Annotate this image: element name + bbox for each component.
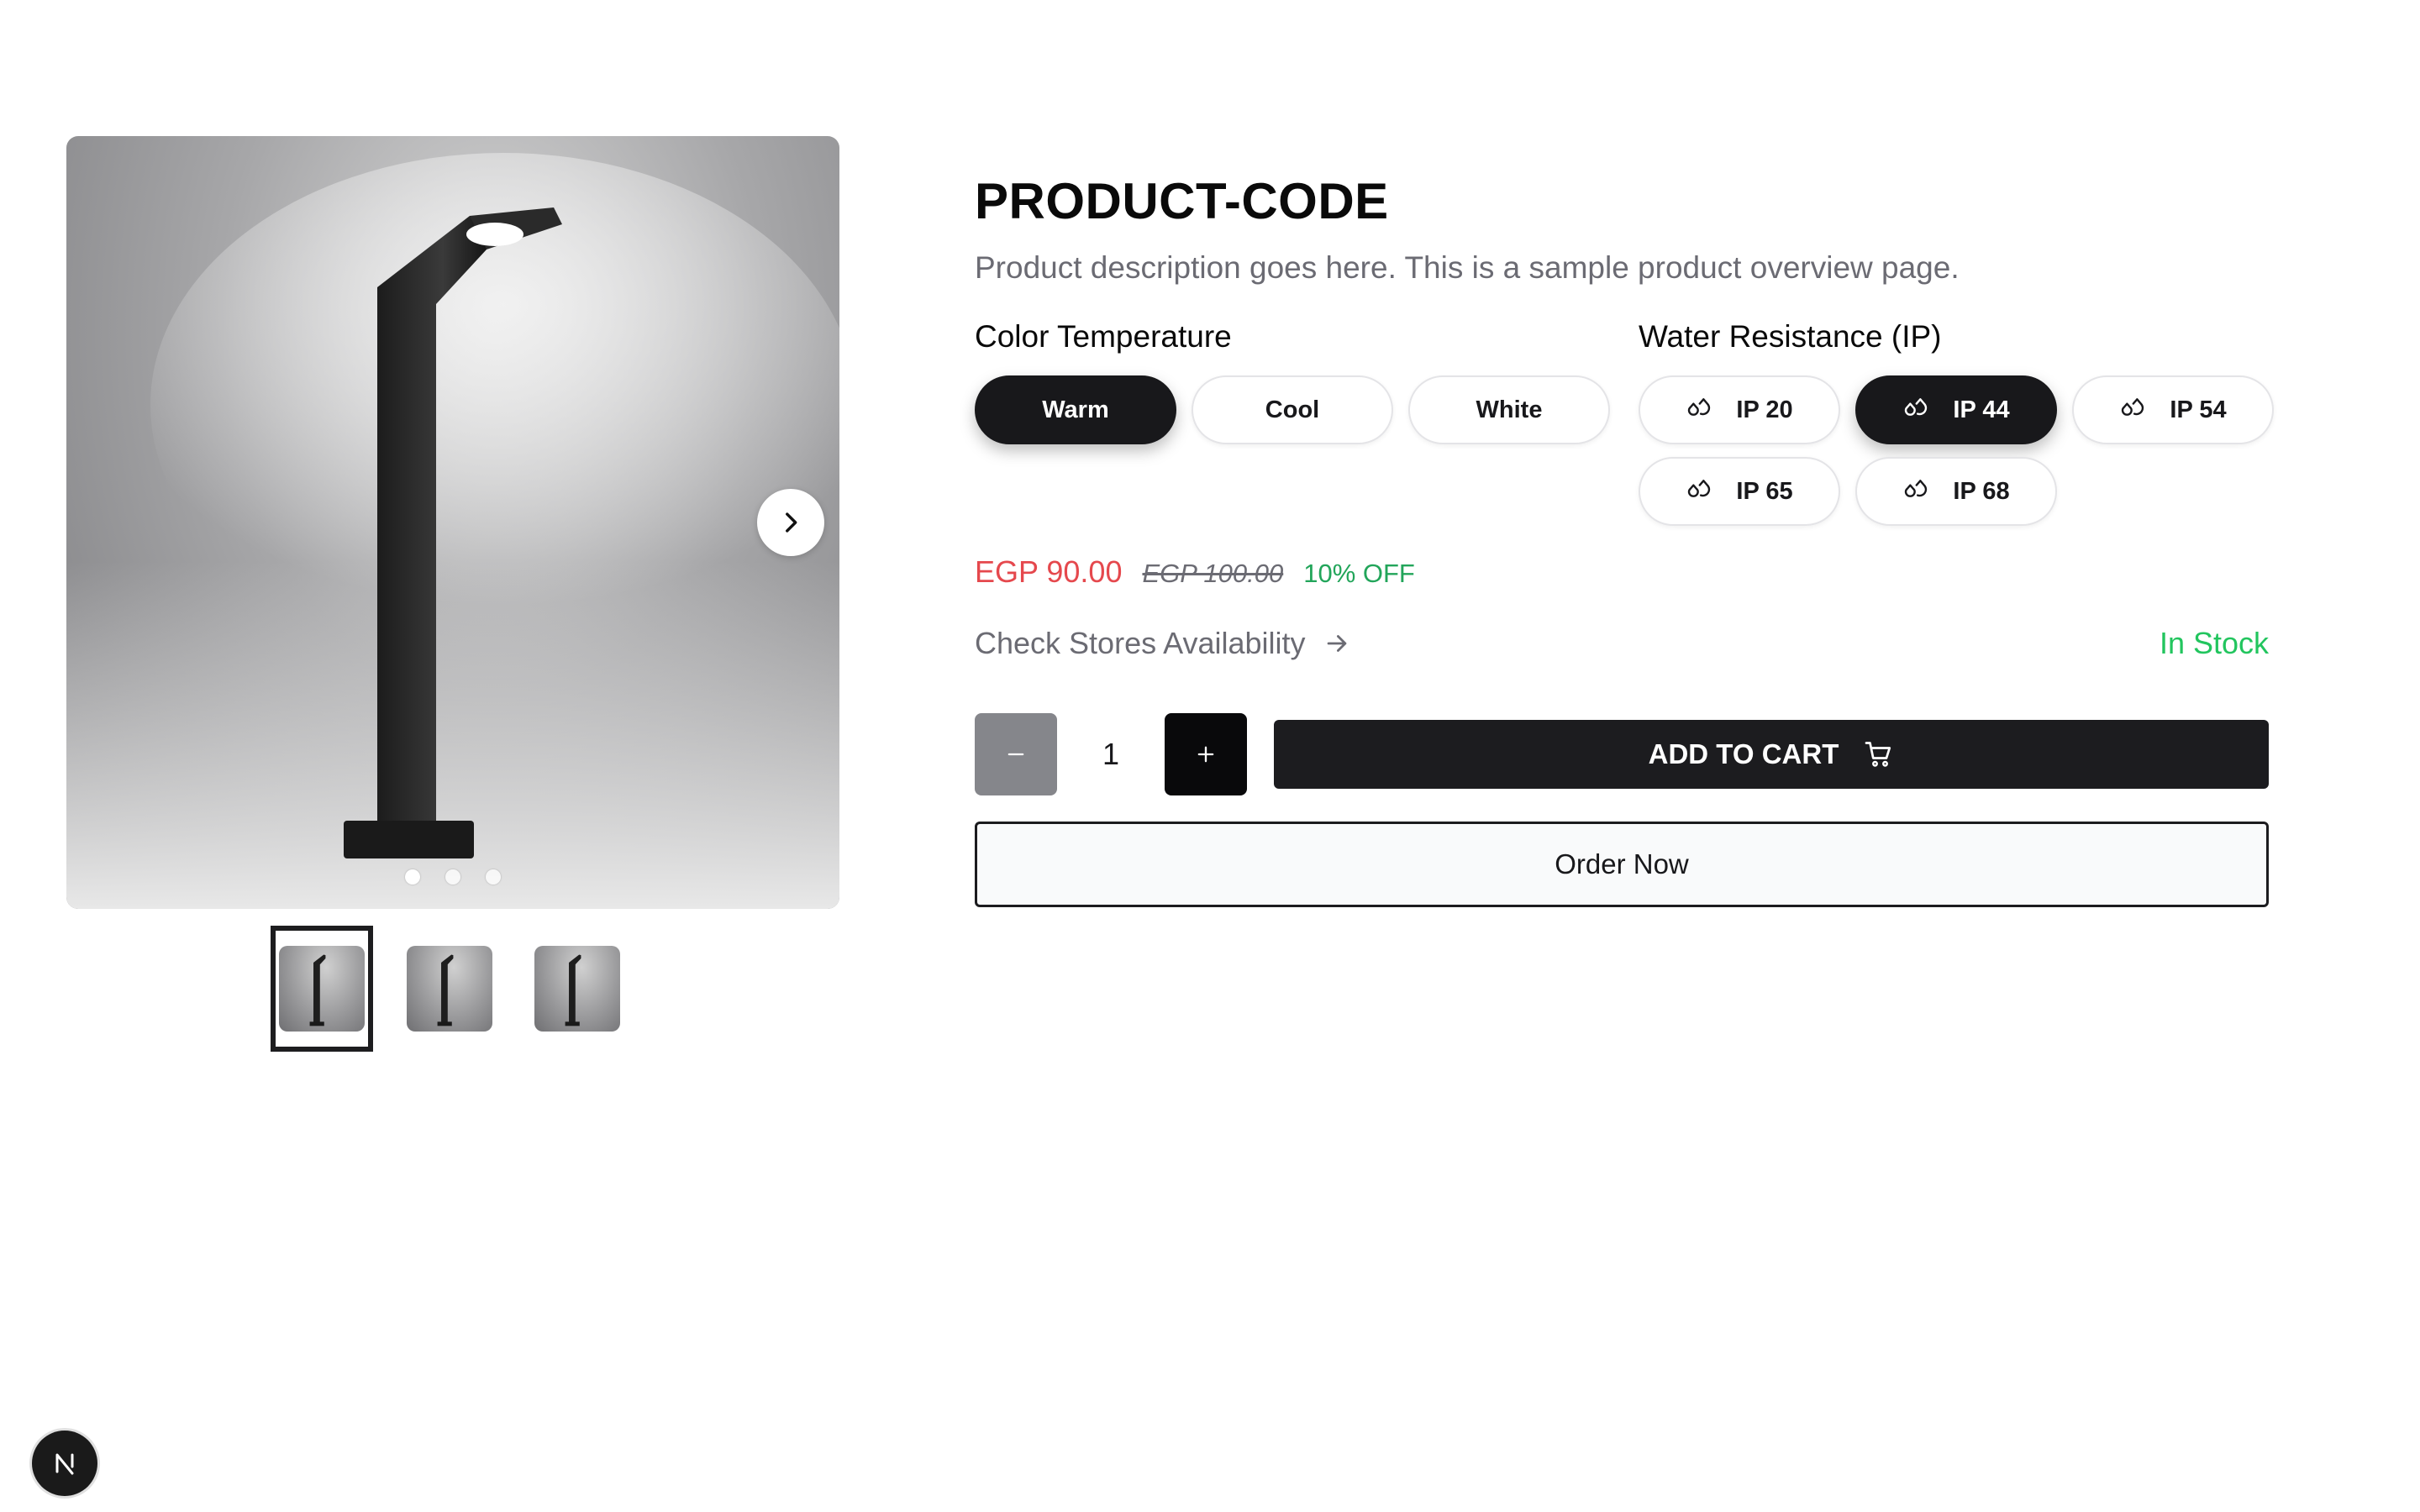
nextjs-dev-badge[interactable] [32,1431,97,1496]
shopping-cart-icon [1865,742,1891,767]
product-description: Product description goes here. This is a… [975,250,1960,285]
check-stores-link[interactable]: Check Stores Availability [975,626,1351,661]
quantity-decrease-button[interactable] [975,713,1057,795]
bollard-lamp-illustration [150,153,839,858]
ip-option-label: IP 44 [1953,396,2010,423]
ip-option-20[interactable]: IP 20 [1639,375,1840,444]
check-stores-label: Check Stores Availability [975,626,1306,660]
stock-status: In Stock [2159,626,2269,660]
gallery-dot[interactable] [486,869,501,885]
color-option-label: Warm [1042,396,1109,423]
gallery-next-button[interactable] [757,489,824,556]
chevron-right-icon [786,512,797,533]
thumbnail-image [407,946,492,1032]
color-option-white[interactable]: White [1408,375,1610,444]
ip-option-label: IP 20 [1736,396,1793,423]
ip-option-68[interactable]: IP 68 [1855,457,2057,526]
gallery-dot[interactable] [445,869,460,885]
ip-option-44[interactable]: IP 44 [1855,375,2057,444]
plus-icon [1197,746,1214,763]
droplets-icon [1905,480,1928,497]
ip-option-label: IP 68 [1953,477,2010,505]
droplets-icon [1688,398,1711,416]
product-main-image [66,136,839,909]
color-option-label: White [1476,396,1543,423]
gallery-thumbnails [271,926,629,1052]
thumbnail-image [534,946,620,1032]
water-resistance-label: Water Resistance (IP) [1639,319,1942,354]
droplets-icon [1688,480,1711,497]
ip-option-65[interactable]: IP 65 [1639,457,1840,526]
product-title: PRODUCT-CODE [975,173,1389,229]
discount-badge: 10% OFF [1303,559,1415,588]
ip-option-54[interactable]: IP 54 [2072,375,2274,444]
add-to-cart-button[interactable]: ADD TO CART [1274,720,2269,789]
thumbnail-image [279,946,365,1032]
thumbnail-1[interactable] [271,926,373,1052]
droplets-icon [1905,398,1928,416]
color-option-label: Cool [1265,396,1320,423]
price-row: EGP 90.00 EGP 100.00 10% OFF [975,554,1415,590]
add-to-cart-label: ADD TO CART [1648,738,1839,769]
order-now-label: Order Now [1555,848,1689,879]
thumbnail-3[interactable] [526,926,629,1052]
quantity-value[interactable]: 1 [1057,713,1165,795]
original-price: EGP 100.00 [1142,559,1284,588]
arrow-right-icon [1327,635,1346,652]
color-option-warm[interactable]: Warm [975,375,1176,444]
minus-icon [1007,753,1024,756]
color-option-cool[interactable]: Cool [1192,375,1393,444]
color-temperature-label: Color Temperature [975,319,1232,354]
current-price: EGP 90.00 [975,554,1123,589]
ip-option-label: IP 54 [2170,396,2227,423]
order-now-button[interactable]: Order Now [975,822,2269,907]
droplets-icon [2122,398,2144,416]
gallery-dots [0,869,906,885]
ip-option-label: IP 65 [1736,477,1793,505]
nextjs-logo-icon [55,1453,74,1475]
gallery-dot[interactable] [405,869,420,885]
thumbnail-2[interactable] [398,926,501,1052]
quantity-increase-button[interactable] [1165,713,1247,795]
